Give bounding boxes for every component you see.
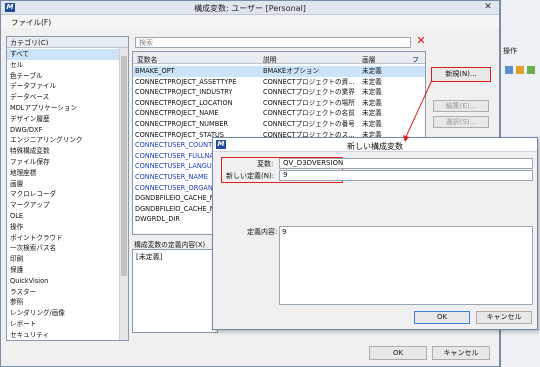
annotation-arrow xyxy=(403,79,433,142)
arrow-head xyxy=(403,135,409,142)
arrow-line xyxy=(404,79,433,140)
